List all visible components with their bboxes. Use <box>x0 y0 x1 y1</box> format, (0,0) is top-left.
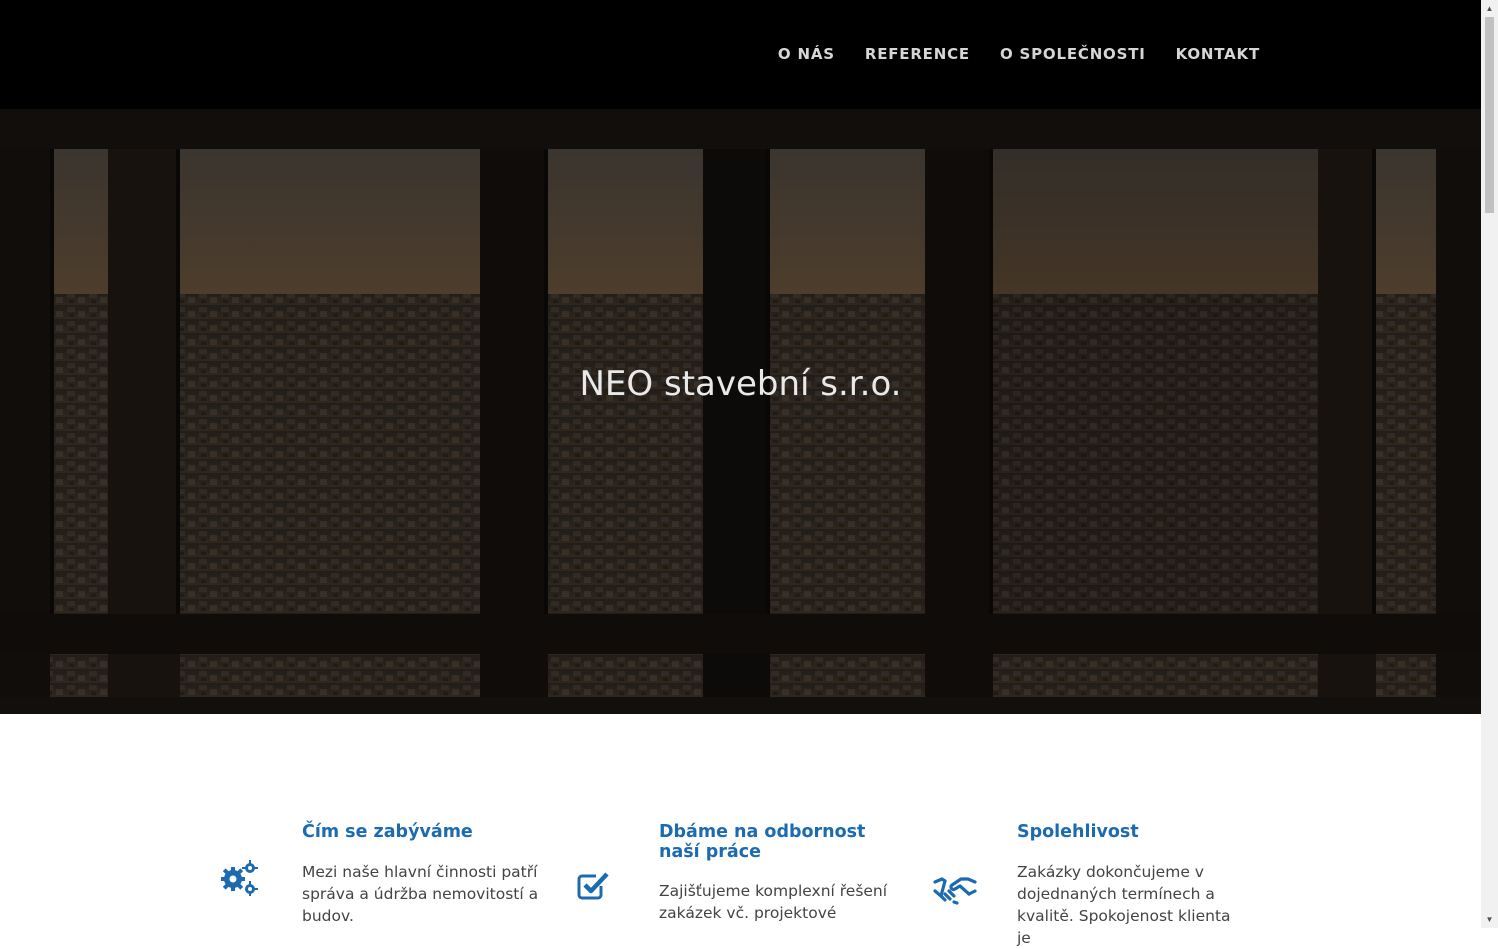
feature-text: Zajišťujeme komplexní řešení zakázek vč.… <box>659 882 888 922</box>
scrollbar-thumb[interactable] <box>1485 17 1494 213</box>
handshake-icon <box>933 874 977 911</box>
nav-item-o-nas[interactable]: O NÁS <box>778 44 835 64</box>
feature-title: Dbáme na odbornost naší práce <box>659 822 866 862</box>
page-scrollbar[interactable]: ▲ ▼ <box>1481 0 1498 928</box>
site-header: O NÁS REFERENCE O SPOLEČNOSTI KONTAKT <box>0 0 1481 109</box>
feature-title: Spolehlivost <box>1017 822 1139 842</box>
checkbox-icon <box>577 871 609 906</box>
hero-background-image <box>0 109 1481 714</box>
feature-title: Čím se zabýváme <box>302 822 473 842</box>
scroll-up-arrow-icon[interactable]: ▲ <box>1481 0 1498 17</box>
hero-title: NEO stavební s.r.o. <box>579 363 902 404</box>
feature-text: Zakázky dokončujeme v dojednaných termín… <box>1017 863 1231 947</box>
features-section: Čím se zabýváme Mezi naše hlavní činnost… <box>0 714 1481 947</box>
nav-item-reference[interactable]: REFERENCE <box>865 44 970 64</box>
nav-item-kontakt[interactable]: KONTAKT <box>1176 44 1260 64</box>
gears-icon <box>220 860 258 901</box>
feature-text: Mezi naše hlavní činnosti patří správa a… <box>302 863 539 925</box>
hero-section: NEO stavební s.r.o. <box>0 109 1481 714</box>
main-nav: O NÁS REFERENCE O SPOLEČNOSTI KONTAKT <box>748 44 1260 64</box>
scroll-down-arrow-icon[interactable]: ▼ <box>1481 911 1498 928</box>
nav-item-o-spolecnosti[interactable]: O SPOLEČNOSTI <box>1000 44 1146 64</box>
